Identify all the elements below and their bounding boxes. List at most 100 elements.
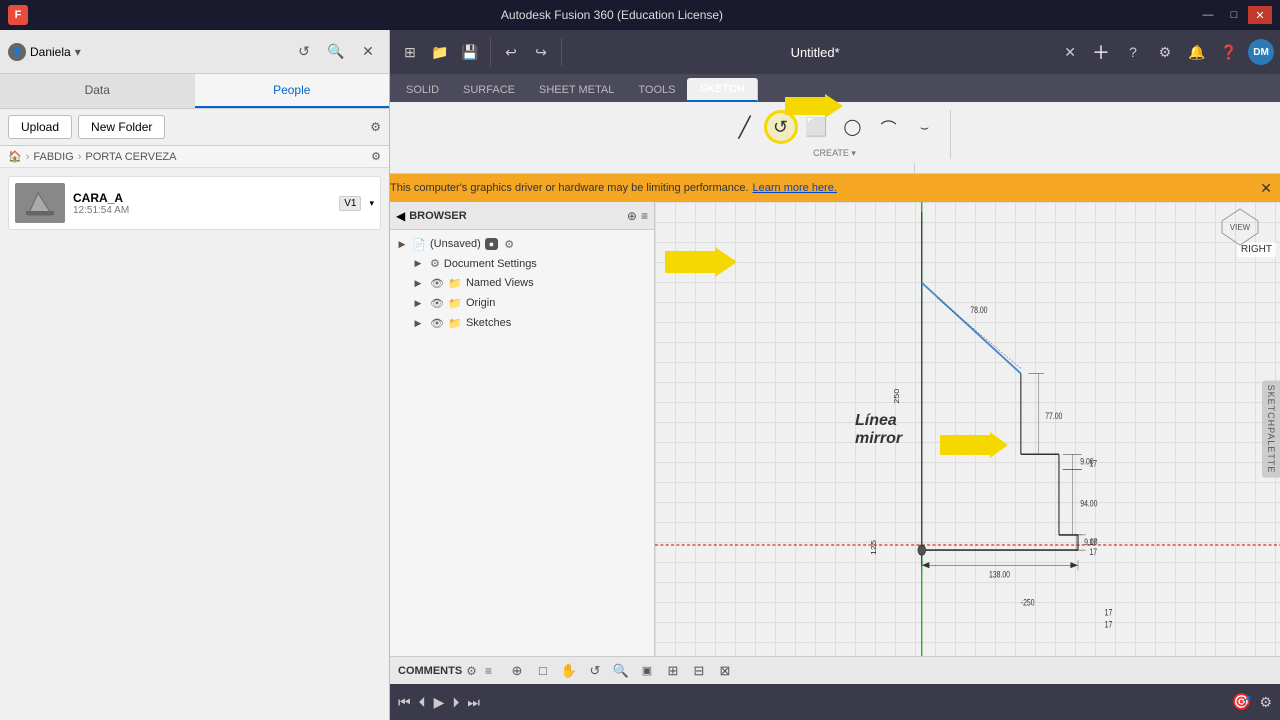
breadcrumb-fabdig[interactable]: FABDIG — [33, 151, 73, 163]
file-time: 12:51:54 AM — [73, 205, 331, 216]
viewcube[interactable]: VIEW — [1220, 207, 1260, 250]
right-panel: ⊞ 📁 💾 ↩ ↪ Untitled* ✕ ＋ ? ⚙ 🔔 ❓ DM SOLID — [390, 30, 1280, 720]
warning-close-button[interactable]: ✕ — [1260, 180, 1272, 197]
tab-tools[interactable]: TOOLS — [626, 78, 687, 102]
minimize-button[interactable]: — — [1196, 6, 1220, 24]
tab-solid[interactable]: SOLID — [394, 78, 451, 102]
file-info: CARA_A 12:51:54 AM — [73, 191, 331, 216]
browser-expand-icon[interactable]: ⊕ — [627, 209, 637, 223]
more-icon[interactable]: ⊠ — [714, 660, 736, 682]
new-folder-button[interactable]: New Folder — [78, 115, 165, 139]
tree-label-doc-settings: Document Settings — [444, 258, 537, 270]
tree-item-origin[interactable]: ▶ 👁 📁 Origin — [406, 293, 654, 313]
tree-label-origin: Origin — [466, 297, 495, 309]
warning-bar: This computer's graphics driver or hardw… — [390, 174, 1280, 202]
playback-play-button[interactable]: ▶ — [434, 694, 445, 711]
tree-item-sketches[interactable]: ▶ 👁 📁 Sketches — [406, 313, 654, 333]
close-panel-button[interactable]: ✕ — [355, 39, 381, 65]
target-icon[interactable]: ⊕ — [506, 660, 528, 682]
breadcrumb-settings-icon[interactable]: ⚙ — [371, 150, 381, 163]
tab-sketch[interactable]: SKETCH — [687, 78, 757, 102]
grid-view-icon[interactable]: ⊞ — [396, 38, 424, 66]
help-icon[interactable]: ? — [1120, 39, 1146, 65]
user-avatar[interactable]: DM — [1248, 39, 1274, 65]
analysis-icon[interactable]: ▣ — [636, 660, 658, 682]
arrow-body — [785, 97, 825, 115]
tree-eye-sketches[interactable]: 👁 — [430, 317, 444, 330]
maximize-button[interactable]: □ — [1222, 6, 1246, 24]
tree-arrow-sketches[interactable]: ▶ — [412, 317, 424, 329]
tree-eye-origin[interactable]: 👁 — [430, 297, 444, 310]
browser-collapse-icon[interactable]: ◀ — [396, 209, 405, 223]
user-avatar-icon: 👤 — [8, 43, 26, 61]
undo-icon[interactable]: ↩ — [497, 38, 525, 66]
notification-icon[interactable]: 🔔 — [1184, 39, 1210, 65]
folder-icon[interactable]: 📁 — [426, 38, 454, 66]
playback-end-button[interactable]: ⏭ — [467, 694, 480, 711]
browser-more-icon[interactable]: ≡ — [641, 209, 648, 223]
playback-bar: ⏮ ⏴ ▶ ⏵ ⏭ 🎯 ⚙ — [390, 684, 1280, 720]
search-button[interactable]: 🔍 — [323, 39, 349, 65]
tree-arrow-origin[interactable]: ▶ — [412, 297, 424, 309]
add-button[interactable]: ＋ — [1088, 39, 1114, 65]
tree-eye-named-views[interactable]: 👁 — [430, 277, 444, 290]
refresh-button[interactable]: ↺ — [291, 39, 317, 65]
comments-settings-icon[interactable]: ⚙ — [466, 664, 477, 678]
tree-icon-doc: 📄 — [412, 237, 426, 251]
line-tool-button[interactable]: ╱ — [728, 110, 762, 144]
doc-close-icon[interactable]: ✕ — [1064, 44, 1076, 61]
sketch-drawing: 78.00 77.00 9.00 17 — [655, 202, 1280, 656]
main-layout: 👤 Daniela ▾ ↺ 🔍 ✕ Data People Upload New… — [0, 30, 1280, 720]
orbit-icon[interactable]: ↺ — [584, 660, 606, 682]
question-icon[interactable]: ❓ — [1216, 39, 1242, 65]
create-group-label: CREATE ▾ — [813, 148, 856, 159]
version-dropdown-icon[interactable]: ▾ — [369, 198, 374, 209]
playback-next-button[interactable]: ⏵ — [452, 694, 459, 711]
canvas[interactable]: 78.00 77.00 9.00 17 — [655, 202, 1280, 656]
comments-expand-icon[interactable]: ≡ — [485, 664, 492, 678]
tab-surface[interactable]: SURFACE — [451, 78, 527, 102]
breadcrumb-home-icon[interactable]: 🏠 — [8, 150, 22, 163]
tree-arrow-unsaved[interactable]: ▶ — [396, 238, 408, 250]
settings-icon[interactable]: ⚙ — [370, 120, 381, 134]
user-dropdown-icon[interactable]: ▾ — [75, 45, 81, 59]
close-button[interactable]: ✕ — [1248, 6, 1272, 24]
browser-tree: ▶ 📄 (Unsaved) ● ⚙ ▶ ⚙ Document Settings — [390, 230, 654, 337]
tree-arrow-named-views[interactable]: ▶ — [412, 277, 424, 289]
tree-settings-icon[interactable]: ⚙ — [504, 238, 514, 251]
file-list: CARA_A 12:51:54 AM V1 ▾ — [0, 168, 389, 238]
settings-icon[interactable]: ⚙ — [1152, 39, 1178, 65]
fillet-tool-button[interactable]: ⌣ — [908, 110, 942, 144]
tab-data[interactable]: Data — [0, 74, 195, 108]
toolbar-separator-2 — [561, 38, 562, 66]
tree-item-unsaved[interactable]: ▶ 📄 (Unsaved) ● ⚙ — [390, 234, 654, 254]
ribbon: ╱ ↺ ⬜ ◯ ⌒ ⌣ CREATE ▾ ✂ ⊃ — [390, 102, 1280, 174]
playback-settings-icon[interactable]: ⚙ — [1259, 694, 1272, 711]
playback-start-button[interactable]: ⏮ — [398, 694, 411, 711]
display-settings-icon[interactable]: ⊟ — [688, 660, 710, 682]
tree-item-doc-settings[interactable]: ▶ ⚙ Document Settings — [406, 254, 654, 273]
redo-icon[interactable]: ↪ — [527, 38, 555, 66]
save-icon[interactable]: 💾 — [456, 38, 484, 66]
grid-icon[interactable]: ⊞ — [662, 660, 684, 682]
zoom-fit-icon[interactable]: 🔍 — [610, 660, 632, 682]
browser-header: ◀ BROWSER ⊕ ≡ — [390, 202, 654, 230]
left-toolbar-actions: ↺ 🔍 ✕ — [291, 39, 381, 65]
pan-icon[interactable]: ✋ — [558, 660, 580, 682]
list-item[interactable]: CARA_A 12:51:54 AM V1 ▾ — [8, 176, 381, 230]
display-mode-icon[interactable]: □ — [532, 660, 554, 682]
tree-item-named-views[interactable]: ▶ 👁 📁 Named Views — [406, 273, 654, 293]
playback-prev-button[interactable]: ⏴ — [419, 694, 426, 711]
svg-text:17: 17 — [1089, 547, 1097, 557]
learn-more-link[interactable]: Learn more here. — [753, 182, 837, 194]
svg-text:VIEW: VIEW — [1230, 223, 1251, 232]
toolbar-separator — [490, 38, 491, 66]
arc-tool-button[interactable]: ⌒ — [872, 110, 906, 144]
version-badge[interactable]: V1 — [339, 196, 361, 211]
breadcrumb-porta-cerveza[interactable]: PORTA CERVEZA — [85, 151, 176, 163]
tab-people[interactable]: People — [195, 74, 390, 108]
tree-arrow-doc-settings[interactable]: ▶ — [412, 258, 424, 270]
comments-panel: COMMENTS ⚙ ≡ — [390, 656, 500, 684]
upload-button[interactable]: Upload — [8, 115, 72, 139]
tab-sheet-metal[interactable]: SHEET METAL — [527, 78, 626, 102]
